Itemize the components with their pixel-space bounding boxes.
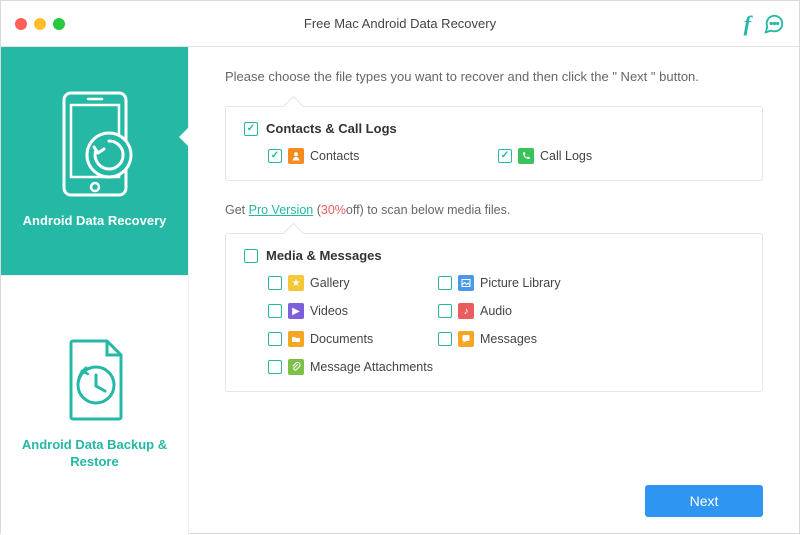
item-audio[interactable]: ♪ Audio [438, 303, 608, 319]
item-picture-library-label: Picture Library [480, 276, 561, 290]
next-button[interactable]: Next [645, 485, 763, 517]
group-contacts-items: Contacts Call Logs [244, 148, 744, 164]
checkbox-gallery[interactable] [268, 276, 282, 290]
item-attachments-label: Message Attachments [310, 360, 433, 374]
checkbox-messages[interactable] [438, 332, 452, 346]
picture-icon [458, 275, 474, 291]
messages-icon [458, 331, 474, 347]
calllogs-icon [518, 148, 534, 164]
item-calllogs[interactable]: Call Logs [498, 148, 668, 164]
documents-icon [288, 331, 304, 347]
facebook-icon[interactable]: f [744, 11, 751, 37]
checkbox-documents[interactable] [268, 332, 282, 346]
checkbox-videos[interactable] [268, 304, 282, 318]
sidebar: Android Data Recovery Android Data Backu… [1, 47, 189, 535]
checkbox-picture-library[interactable] [438, 276, 452, 290]
checkbox-contacts[interactable] [268, 149, 282, 163]
item-picture-library[interactable]: Picture Library [438, 275, 608, 291]
window-controls [15, 18, 65, 30]
item-documents-label: Documents [310, 332, 373, 346]
checkbox-attachments[interactable] [268, 360, 282, 374]
promo-prefix: Get [225, 203, 249, 217]
promo-text: Get Pro Version (30%off) to scan below m… [225, 203, 763, 217]
titlebar: Free Mac Android Data Recovery f [1, 1, 799, 47]
item-messages-label: Messages [480, 332, 537, 346]
item-calllogs-label: Call Logs [540, 149, 592, 163]
item-audio-label: Audio [480, 304, 512, 318]
sidebar-tab-recovery-label: Android Data Recovery [23, 213, 167, 229]
checkbox-calllogs[interactable] [498, 149, 512, 163]
instruction-text: Please choose the file types you want to… [225, 69, 763, 84]
item-attachments[interactable]: Message Attachments [268, 359, 488, 375]
videos-icon: ▶ [288, 303, 304, 319]
group-contacts-header[interactable]: Contacts & Call Logs [244, 121, 744, 136]
maximize-icon[interactable] [53, 18, 65, 30]
audio-icon: ♪ [458, 303, 474, 319]
main-panel: Please choose the file types you want to… [189, 47, 799, 535]
minimize-icon[interactable] [34, 18, 46, 30]
group-contacts-calllogs: Contacts & Call Logs Contacts [225, 106, 763, 181]
window-title: Free Mac Android Data Recovery [1, 16, 799, 31]
item-videos[interactable]: ▶ Videos [268, 303, 438, 319]
item-contacts[interactable]: Contacts [268, 148, 498, 164]
sidebar-tab-backup-label: Android Data Backup & Restore [11, 437, 178, 470]
group-media-title: Media & Messages [266, 248, 382, 263]
promo-suffix: ) to scan below media files. [360, 203, 511, 217]
promo-paren-open: ( [313, 203, 321, 217]
item-contacts-label: Contacts [310, 149, 359, 163]
phone-recover-icon [54, 89, 136, 199]
promo-discount: 30% [321, 203, 346, 217]
checkbox-media-group[interactable] [244, 249, 258, 263]
checkbox-contacts-group[interactable] [244, 122, 258, 136]
group-media-messages: Media & Messages ★ Gallery Picture Libra… [225, 233, 763, 392]
window-body: Android Data Recovery Android Data Backu… [1, 47, 799, 535]
sidebar-tab-backup[interactable]: Android Data Backup & Restore [1, 275, 188, 533]
item-gallery-label: Gallery [310, 276, 350, 290]
item-videos-label: Videos [310, 304, 348, 318]
promo-off-suffix: off [346, 203, 360, 217]
contacts-icon [288, 148, 304, 164]
item-gallery[interactable]: ★ Gallery [268, 275, 438, 291]
gallery-icon: ★ [288, 275, 304, 291]
attachments-icon [288, 359, 304, 375]
group-media-items: ★ Gallery Picture Library ▶ Videos [244, 275, 744, 375]
titlebar-actions: f [744, 1, 785, 47]
app-window: Free Mac Android Data Recovery f [0, 0, 800, 534]
item-messages[interactable]: Messages [438, 331, 608, 347]
group-media-header[interactable]: Media & Messages [244, 248, 744, 263]
sidebar-tab-recovery[interactable]: Android Data Recovery [1, 47, 188, 275]
close-icon[interactable] [15, 18, 27, 30]
checkbox-audio[interactable] [438, 304, 452, 318]
group-contacts-title: Contacts & Call Logs [266, 121, 397, 136]
item-documents[interactable]: Documents [268, 331, 438, 347]
file-clock-icon [59, 335, 131, 423]
pro-version-link[interactable]: Pro Version [249, 203, 314, 217]
feedback-icon[interactable] [763, 13, 785, 35]
